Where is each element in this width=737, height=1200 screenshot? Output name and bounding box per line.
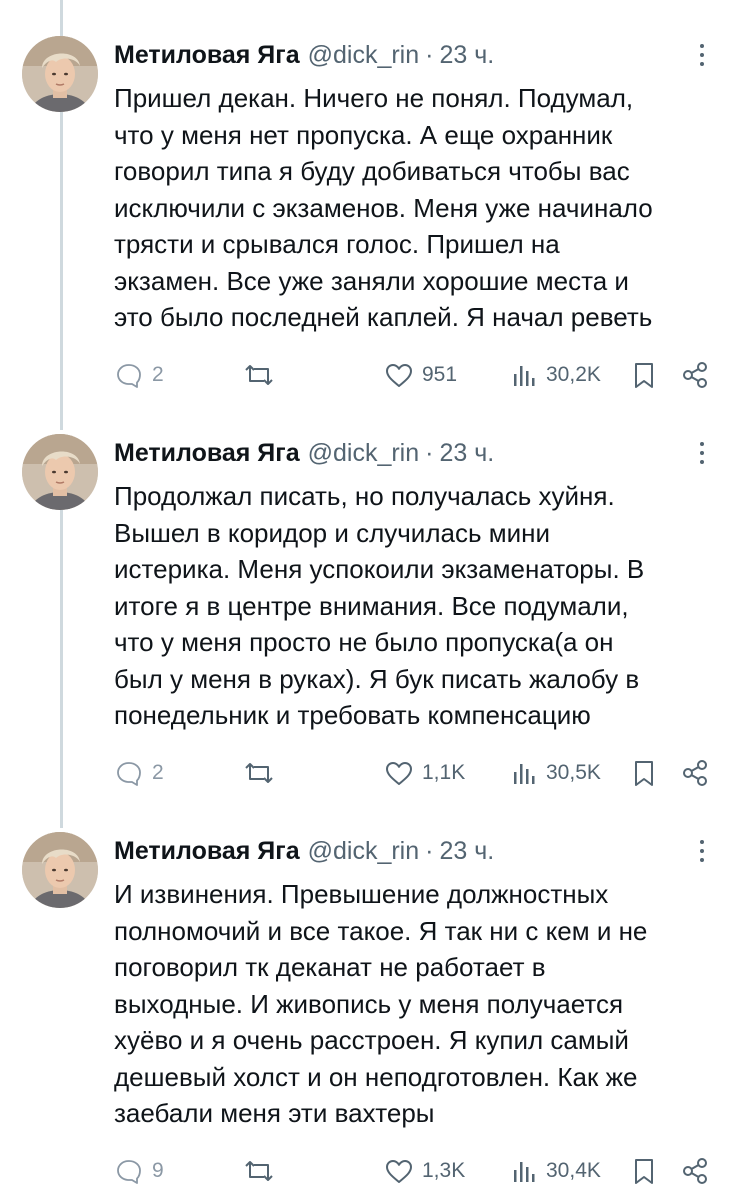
reply-count: 2 xyxy=(152,761,164,784)
tweet-header: Метиловая Яга @dick_rin · 23 ч. xyxy=(114,834,494,868)
more-options-button[interactable] xyxy=(695,42,709,68)
bookmark-button[interactable] xyxy=(632,1154,656,1188)
speech-bubble-icon xyxy=(117,762,141,786)
tweet-text: Пришел декан. Ничего не понял. Подумал, … xyxy=(114,83,653,332)
avatar-photo xyxy=(22,832,98,908)
author-name[interactable]: Метиловая Яга xyxy=(114,38,300,72)
vertical-dots-icon xyxy=(700,840,704,862)
vertical-dots-icon xyxy=(700,442,704,464)
tweet[interactable]: Метиловая Яга @dick_rin · 23 ч. И извине… xyxy=(0,832,737,1200)
repost-button[interactable] xyxy=(242,756,276,790)
repost-button[interactable] xyxy=(242,1154,276,1188)
bookmark-icon xyxy=(635,363,653,388)
share-icon xyxy=(683,362,707,388)
reply-count: 9 xyxy=(152,1159,164,1182)
thread-line xyxy=(60,0,63,36)
views-count: 30,4K xyxy=(546,1159,601,1182)
reply-button[interactable]: 2 xyxy=(114,756,164,790)
separator-dot: · xyxy=(425,439,434,467)
like-count: 1,3K xyxy=(422,1159,466,1182)
action-bar: 2 951 30,2K xyxy=(114,358,714,392)
share-button[interactable] xyxy=(680,756,710,790)
like-button[interactable]: 1,1K xyxy=(384,756,465,790)
tweet-header: Метиловая Яга @dick_rin · 23 ч. xyxy=(114,436,494,470)
bookmark-icon xyxy=(635,761,653,786)
action-bar: 2 1,1K 30,5K xyxy=(114,756,714,790)
author-handle[interactable]: @dick_rin xyxy=(308,436,420,470)
like-count: 951 xyxy=(422,363,458,386)
timestamp[interactable]: 23 ч. xyxy=(439,38,494,72)
separator-dot: · xyxy=(425,41,434,69)
like-count: 1,1K xyxy=(422,761,466,784)
tweet[interactable]: Метиловая Яга @dick_rin · 23 ч. Продолжа… xyxy=(0,434,737,804)
author-handle[interactable]: @dick_rin xyxy=(308,834,420,868)
author-name[interactable]: Метиловая Яга xyxy=(114,436,300,470)
bookmark-icon xyxy=(635,1159,653,1184)
reply-button[interactable]: 2 xyxy=(114,358,164,392)
avatar[interactable] xyxy=(22,36,98,112)
avatar[interactable] xyxy=(22,832,98,908)
views-button[interactable]: 30,4K xyxy=(512,1154,601,1188)
views-button[interactable]: 30,5K xyxy=(512,756,601,790)
heart-icon xyxy=(386,1160,412,1183)
share-button[interactable] xyxy=(680,358,710,392)
speech-bubble-icon xyxy=(117,364,141,388)
reply-button[interactable]: 9 xyxy=(114,1154,164,1188)
bar-chart-icon xyxy=(514,366,535,386)
timestamp[interactable]: 23 ч. xyxy=(439,436,494,470)
tweet[interactable]: Метиловая Яга @dick_rin · 23 ч. Пришел д… xyxy=(0,36,737,406)
repost-arrows-icon xyxy=(245,1161,273,1181)
author-name[interactable]: Метиловая Яга xyxy=(114,834,300,868)
more-options-button[interactable] xyxy=(695,440,709,466)
avatar-photo xyxy=(22,434,98,510)
tweet-text: И извинения. Превышение должностных полн… xyxy=(114,879,648,1128)
timestamp[interactable]: 23 ч. xyxy=(439,834,494,868)
avatar-photo xyxy=(22,36,98,112)
heart-icon xyxy=(386,762,412,785)
bookmark-button[interactable] xyxy=(632,756,656,790)
action-bar: 9 1,3K 30,4K xyxy=(114,1154,714,1188)
repost-button[interactable] xyxy=(242,358,276,392)
share-icon xyxy=(683,760,707,786)
like-button[interactable]: 1,3K xyxy=(384,1154,465,1188)
heart-icon xyxy=(386,364,412,387)
share-icon xyxy=(683,1158,707,1184)
bookmark-button[interactable] xyxy=(632,358,656,392)
repost-arrows-icon xyxy=(245,763,273,783)
tweet-text: Продолжал писать, но получалась хуйня. В… xyxy=(114,481,645,730)
avatar[interactable] xyxy=(22,434,98,510)
separator-dot: · xyxy=(425,837,434,865)
views-count: 30,2K xyxy=(546,363,601,386)
author-handle[interactable]: @dick_rin xyxy=(308,38,420,72)
views-button[interactable]: 30,2K xyxy=(512,358,601,392)
vertical-dots-icon xyxy=(700,44,704,66)
views-count: 30,5K xyxy=(546,761,601,784)
share-button[interactable] xyxy=(680,1154,710,1188)
bar-chart-icon xyxy=(514,1162,535,1182)
like-button[interactable]: 951 xyxy=(384,358,457,392)
reply-count: 2 xyxy=(152,363,164,386)
speech-bubble-icon xyxy=(117,1160,141,1184)
more-options-button[interactable] xyxy=(695,838,709,864)
repost-arrows-icon xyxy=(245,365,273,385)
tweet-header: Метиловая Яга @dick_rin · 23 ч. xyxy=(114,38,494,72)
bar-chart-icon xyxy=(514,764,535,784)
